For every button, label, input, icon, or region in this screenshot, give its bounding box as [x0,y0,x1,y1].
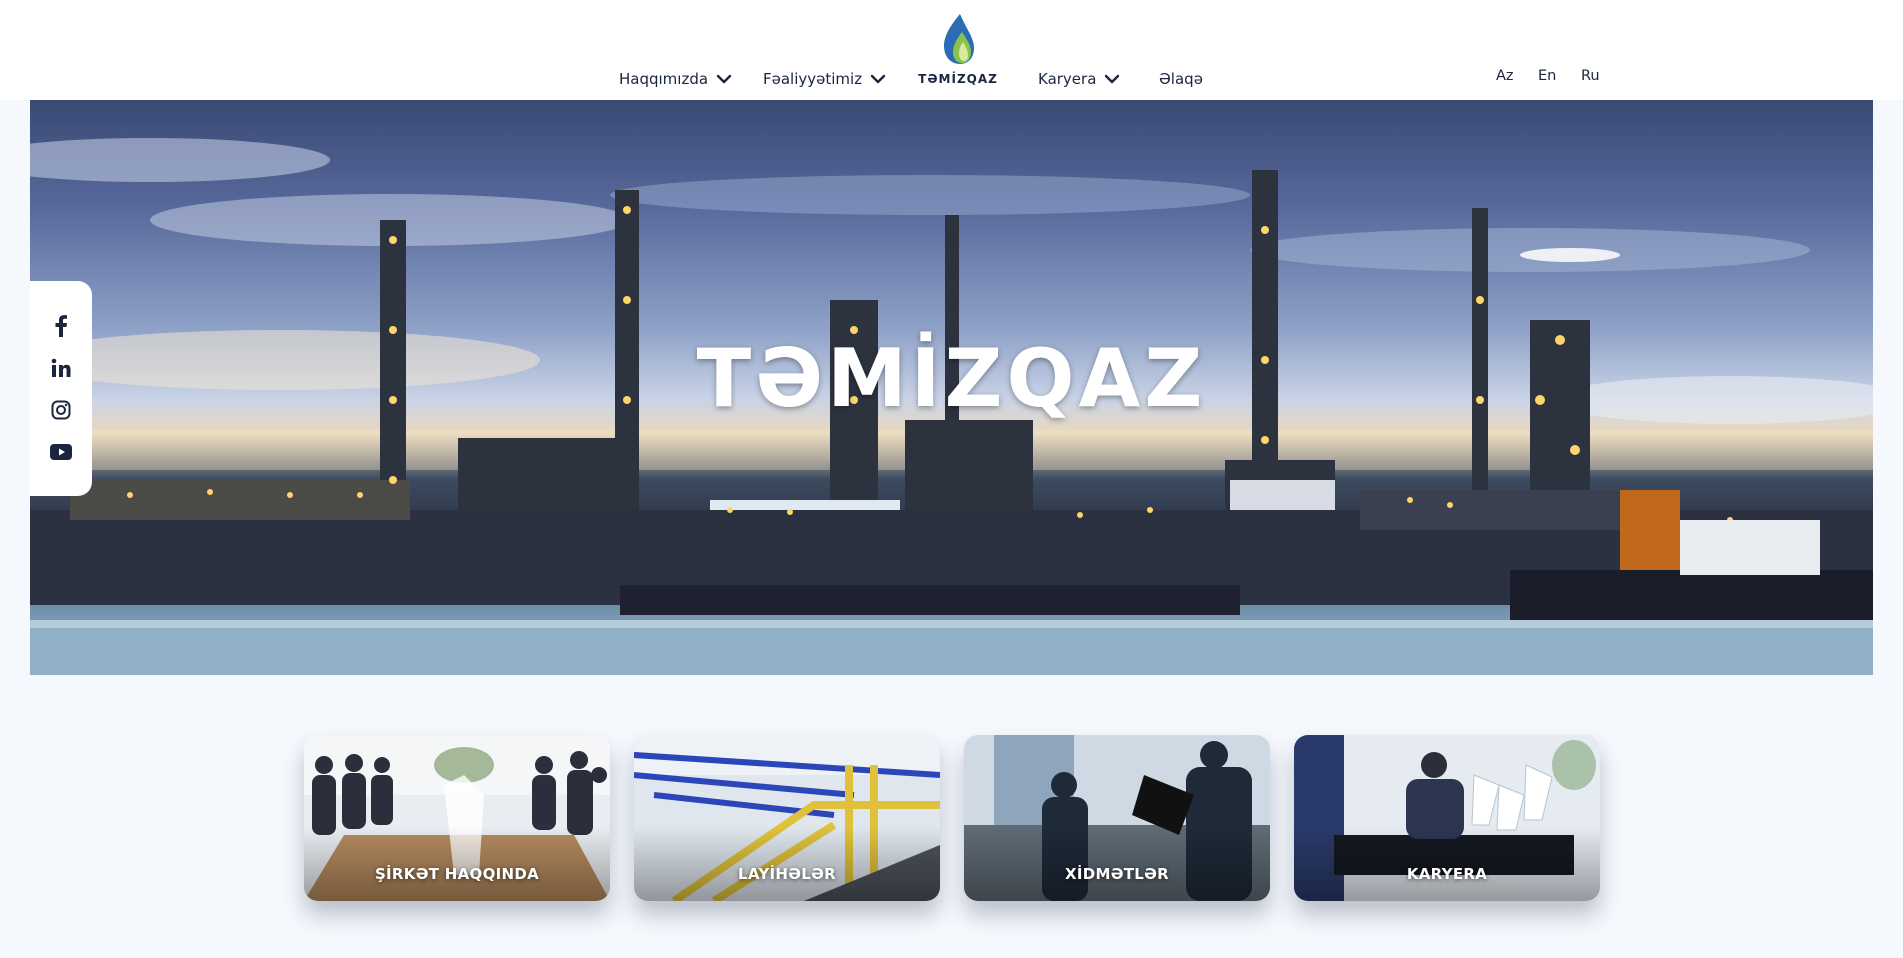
hero-title: TƏMİZQAZ [696,332,1207,425]
language-ru[interactable]: Ru [1581,68,1600,84]
nav-item-elaqe[interactable]: Əlaqə [1159,68,1203,90]
chevron-down-icon [1104,74,1120,84]
youtube-icon[interactable] [49,440,73,464]
nav-label: Əlaqə [1159,70,1203,88]
nav-label: Karyera [1038,70,1097,88]
nav-item-karyera[interactable]: Karyera [1038,68,1120,90]
logo-text: TƏMİZQAZ [918,72,998,86]
card-label: LAYİHƏLƏR [737,865,836,883]
nav-label: Fəaliyyətimiz [763,70,863,88]
instagram-icon[interactable] [49,398,73,422]
nav-item-haqqimizda[interactable]: Haqqımızda [619,68,732,90]
card-career[interactable]: KARYERA [1294,735,1600,901]
hero-banner: TƏMİZQAZ [30,100,1873,675]
logo[interactable]: TƏMİZQAZ [918,12,998,88]
linkedin-icon[interactable] [49,356,73,380]
flame-logo-icon [938,12,978,70]
chevron-down-icon [716,74,732,84]
social-links-panel [30,281,92,496]
card-company-about[interactable]: ŞİRKƏT HAQQINDA [304,735,610,901]
card-label: ŞİRKƏT HAQQINDA [374,865,540,883]
card-services[interactable]: XİDMƏTLƏR [964,735,1270,901]
nav-label: Haqqımızda [619,70,709,88]
language-en[interactable]: En [1538,68,1556,84]
nav-item-fealiyyetimiz[interactable]: Fəaliyyətimiz [763,68,886,90]
card-label: KARYERA [1406,865,1488,883]
card-label: XİDMƏTLƏR [1064,865,1170,883]
facebook-icon[interactable] [49,314,73,338]
card-projects[interactable]: LAYİHƏLƏR [634,735,940,901]
language-az[interactable]: Az [1496,68,1514,84]
site-header: Haqqımızda Fəaliyyətimiz TƏMİZQAZ Karyer… [0,0,1903,100]
chevron-down-icon [870,74,886,84]
